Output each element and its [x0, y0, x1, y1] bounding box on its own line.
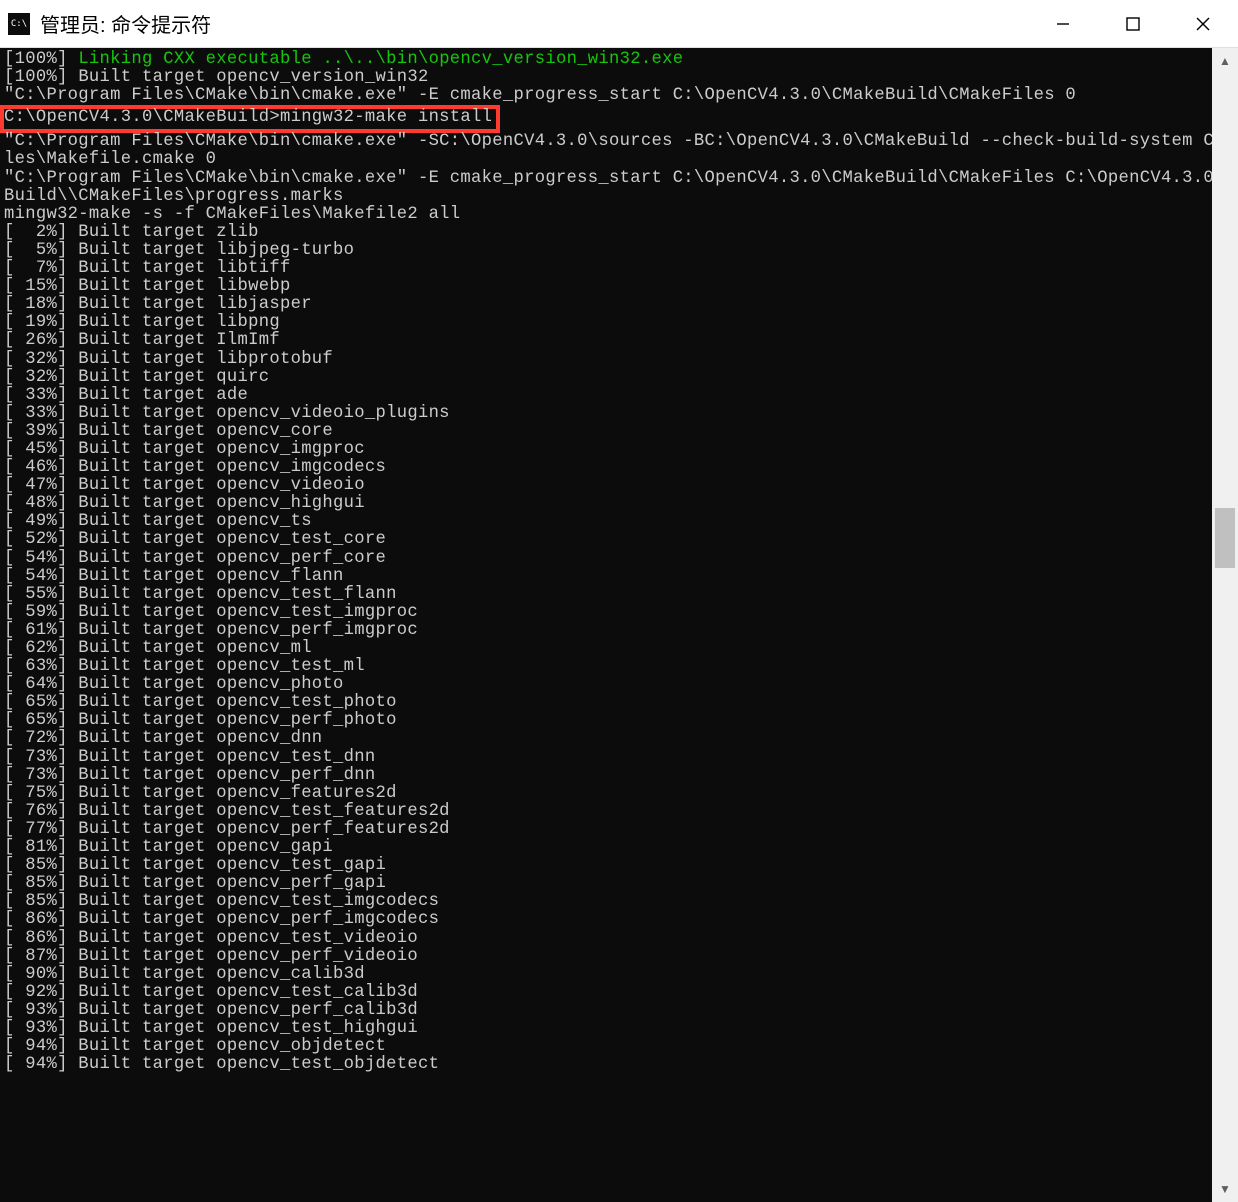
console-output[interactable]: [100%] Linking CXX executable ..\..\bin\… — [0, 48, 1212, 1202]
build-target-line: [ 94%] Built target opencv_test_objdetec… — [4, 1056, 1212, 1074]
build-target-line: [ 49%] Built target opencv_ts — [4, 513, 1212, 531]
output-line: "C:\Program Files\CMake\bin\cmake.exe" -… — [4, 170, 1212, 188]
window-title: 管理员: 命令提示符 — [40, 9, 211, 38]
build-target-line: [ 85%] Built target opencv_test_gapi — [4, 857, 1212, 875]
build-target-line: [ 33%] Built target opencv_videoio_plugi… — [4, 405, 1212, 423]
build-target-line: [ 72%] Built target opencv_dnn — [4, 730, 1212, 748]
build-target-line: [ 33%] Built target ade — [4, 387, 1212, 405]
build-target-line: [ 75%] Built target opencv_features2d — [4, 785, 1212, 803]
build-target-line: [ 47%] Built target opencv_videoio — [4, 477, 1212, 495]
output-line: "C:\Program Files\CMake\bin\cmake.exe" -… — [4, 133, 1212, 151]
build-target-line: [ 94%] Built target opencv_objdetect — [4, 1038, 1212, 1056]
build-target-line: [ 64%] Built target opencv_photo — [4, 676, 1212, 694]
build-target-line: [ 85%] Built target opencv_test_imgcodec… — [4, 893, 1212, 911]
build-target-line: [ 55%] Built target opencv_test_flann — [4, 586, 1212, 604]
scrollbar[interactable]: ▲ ▼ — [1212, 48, 1238, 1202]
build-target-line: [ 86%] Built target opencv_perf_imgcodec… — [4, 911, 1212, 929]
build-target-line: [ 45%] Built target opencv_imgproc — [4, 441, 1212, 459]
output-line: [100%] Built target opencv_version_win32 — [4, 69, 1212, 87]
build-target-line: [ 63%] Built target opencv_test_ml — [4, 658, 1212, 676]
build-target-line: [ 48%] Built target opencv_highgui — [4, 495, 1212, 513]
build-target-line: [ 32%] Built target libprotobuf — [4, 351, 1212, 369]
scroll-up-icon[interactable]: ▲ — [1212, 48, 1238, 74]
build-target-line: [ 90%] Built target opencv_calib3d — [4, 966, 1212, 984]
build-target-line: [ 59%] Built target opencv_test_imgproc — [4, 604, 1212, 622]
build-target-line: [ 52%] Built target opencv_test_core — [4, 531, 1212, 549]
build-target-line: [ 93%] Built target opencv_test_highgui — [4, 1020, 1212, 1038]
maximize-button[interactable] — [1098, 0, 1168, 48]
build-target-line: [ 77%] Built target opencv_perf_features… — [4, 821, 1212, 839]
titlebar[interactable]: C:\ 管理员: 命令提示符 — [0, 0, 1238, 48]
output-line: les\Makefile.cmake 0 — [4, 151, 1212, 169]
output-line: [100%] Linking CXX executable ..\..\bin\… — [4, 51, 1212, 69]
build-target-line: [ 2%] Built target zlib — [4, 224, 1212, 242]
build-target-line: [ 85%] Built target opencv_perf_gapi — [4, 875, 1212, 893]
build-target-line: [ 32%] Built target quirc — [4, 369, 1212, 387]
minimize-button[interactable] — [1028, 0, 1098, 48]
build-target-line: [ 62%] Built target opencv_ml — [4, 640, 1212, 658]
build-target-line: [ 92%] Built target opencv_test_calib3d — [4, 984, 1212, 1002]
scrollbar-thumb[interactable] — [1215, 508, 1235, 568]
build-target-line: [ 65%] Built target opencv_perf_photo — [4, 712, 1212, 730]
command-highlight: C:\OpenCV4.3.0\CMakeBuild>mingw32-make i… — [0, 105, 500, 133]
build-target-line: [ 39%] Built target opencv_core — [4, 423, 1212, 441]
output-line: "C:\Program Files\CMake\bin\cmake.exe" -… — [4, 87, 1212, 105]
build-target-line: [ 73%] Built target opencv_test_dnn — [4, 749, 1212, 767]
build-target-line: [ 5%] Built target libjpeg-turbo — [4, 242, 1212, 260]
app-icon: C:\ — [8, 13, 30, 35]
scroll-down-icon[interactable]: ▼ — [1212, 1176, 1238, 1202]
build-target-line: [ 26%] Built target IlmImf — [4, 332, 1212, 350]
build-target-line: [ 7%] Built target libtiff — [4, 260, 1212, 278]
build-target-line: [ 76%] Built target opencv_test_features… — [4, 803, 1212, 821]
build-target-line: [ 19%] Built target libpng — [4, 314, 1212, 332]
build-target-line: [ 54%] Built target opencv_perf_core — [4, 550, 1212, 568]
build-target-line: [ 54%] Built target opencv_flann — [4, 568, 1212, 586]
build-target-line: [ 86%] Built target opencv_test_videoio — [4, 930, 1212, 948]
output-line: mingw32-make -s -f CMakeFiles\Makefile2 … — [4, 206, 1212, 224]
build-target-line: [ 61%] Built target opencv_perf_imgproc — [4, 622, 1212, 640]
build-target-line: [ 73%] Built target opencv_perf_dnn — [4, 767, 1212, 785]
build-target-line: [ 65%] Built target opencv_test_photo — [4, 694, 1212, 712]
build-target-line: [ 87%] Built target opencv_perf_videoio — [4, 948, 1212, 966]
output-line: Build\\CMakeFiles\progress.marks — [4, 188, 1212, 206]
window-controls — [1028, 0, 1238, 48]
build-target-line: [ 81%] Built target opencv_gapi — [4, 839, 1212, 857]
build-target-line: [ 93%] Built target opencv_perf_calib3d — [4, 1002, 1212, 1020]
close-button[interactable] — [1168, 0, 1238, 48]
build-target-line: [ 18%] Built target libjasper — [4, 296, 1212, 314]
build-target-line: [ 46%] Built target opencv_imgcodecs — [4, 459, 1212, 477]
build-target-line: [ 15%] Built target libwebp — [4, 278, 1212, 296]
